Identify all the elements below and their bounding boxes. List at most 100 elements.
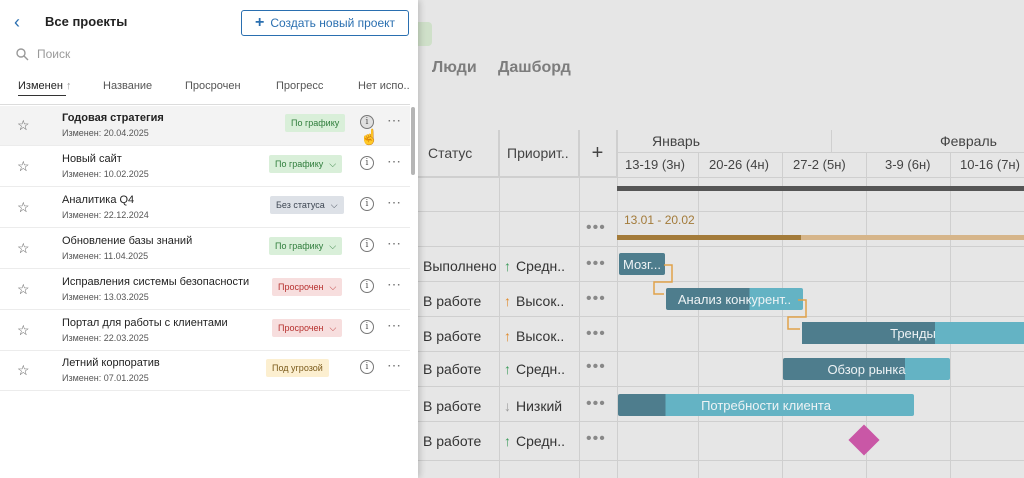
- row-menu-icon[interactable]: •••: [586, 325, 606, 343]
- row-menu-icon[interactable]: •••: [586, 255, 606, 273]
- header-divider: [0, 104, 410, 105]
- project-row[interactable]: ☆ Аналитика Q4 Изменен: 22.12.2024 Без с…: [0, 188, 410, 228]
- back-arrow-icon[interactable]: ‹: [14, 12, 20, 33]
- status-label: По графику: [275, 241, 324, 251]
- tab-people[interactable]: Люди: [432, 59, 477, 77]
- more-icon[interactable]: ⋯: [387, 276, 402, 293]
- column-header-unused[interactable]: Нет испо..: [358, 80, 410, 92]
- row-menu-icon[interactable]: •••: [586, 290, 606, 308]
- create-project-button[interactable]: + Создать новый проект: [241, 10, 409, 36]
- more-icon[interactable]: ⋯: [387, 357, 402, 374]
- chevron-down-icon: ⌵: [329, 281, 337, 292]
- star-icon[interactable]: ☆: [17, 281, 30, 298]
- info-icon[interactable]: i: [360, 197, 374, 211]
- info-icon[interactable]: i: [360, 115, 374, 129]
- more-icon[interactable]: ⋯: [387, 235, 402, 252]
- row-menu-icon[interactable]: •••: [586, 430, 606, 448]
- sort-arrow-icon: ↑: [65, 80, 72, 92]
- status-label: По графику: [275, 159, 324, 169]
- project-row[interactable]: ☆ Летний корпоратив Изменен: 07.01.2025 …: [0, 351, 410, 391]
- arrow-up-icon: ↑: [504, 361, 511, 377]
- range-progress-bar: [617, 235, 801, 240]
- info-icon[interactable]: i: [360, 279, 374, 293]
- arrow-up-icon: ↑: [504, 258, 511, 274]
- row-menu-icon[interactable]: •••: [586, 395, 606, 413]
- priority-label: Средн..: [516, 258, 566, 274]
- more-icon[interactable]: ⋯: [387, 194, 402, 211]
- info-icon[interactable]: i: [360, 360, 374, 374]
- info-icon[interactable]: i: [360, 320, 374, 334]
- arrow-up-icon: ↑: [504, 328, 511, 344]
- row-menu-icon[interactable]: •••: [586, 219, 606, 237]
- status-dropdown[interactable]: По графику ⌵: [269, 237, 343, 255]
- project-changed-date: Изменен: 07.01.2025: [62, 373, 149, 383]
- star-icon[interactable]: ☆: [17, 199, 30, 216]
- row-menu-icon[interactable]: •••: [586, 358, 606, 376]
- task-status: В работе: [423, 293, 482, 309]
- column-header-name[interactable]: Название: [103, 80, 152, 92]
- project-name: Новый сайт: [62, 153, 122, 165]
- project-name: Обновление базы знаний: [62, 235, 193, 247]
- priority-column-header[interactable]: Приорит..: [499, 130, 579, 177]
- arrow-down-icon: ↓: [504, 398, 511, 414]
- project-changed-date: Изменен: 22.12.2024: [62, 210, 149, 220]
- more-icon[interactable]: ⋯: [387, 112, 402, 129]
- week-label: 27-2 (5н): [793, 157, 846, 172]
- task-status: Выполнено: [423, 258, 497, 274]
- project-row[interactable]: ☆ Портал для работы с клиентами Изменен:…: [0, 311, 410, 351]
- more-icon[interactable]: ⋯: [387, 317, 402, 334]
- column-header-progress[interactable]: Прогресс: [276, 80, 323, 92]
- priority-label: Низкий: [516, 398, 563, 414]
- priority-label: Высок..: [516, 328, 565, 344]
- milestone-diamond[interactable]: [848, 424, 880, 456]
- chevron-down-icon: ⌵: [329, 158, 337, 169]
- task-priority: ↑ Средн..: [504, 433, 565, 449]
- status-dropdown[interactable]: По графику ⌵: [269, 155, 343, 173]
- task-status: В работе: [423, 328, 482, 344]
- status-badge[interactable]: По графику: [285, 114, 346, 132]
- create-project-label: Создать новый проект: [270, 16, 396, 30]
- arrow-up-icon: ↑: [504, 433, 511, 449]
- column-header-changed[interactable]: Изменен ↑: [18, 80, 71, 92]
- add-column-button[interactable]: +: [579, 130, 617, 177]
- gantt-bar[interactable]: Обзор рынка: [783, 358, 950, 380]
- project-name: Аналитика Q4: [62, 194, 135, 206]
- column-header-overdue[interactable]: Просрочен: [185, 80, 241, 92]
- status-column-header[interactable]: Статус: [418, 130, 499, 177]
- tab-dashboard[interactable]: Дашборд: [498, 59, 571, 77]
- priority-label: Высок..: [516, 293, 565, 309]
- star-icon[interactable]: ☆: [17, 240, 30, 257]
- week-label: 3-9 (6н): [885, 157, 931, 172]
- star-icon[interactable]: ☆: [17, 322, 30, 339]
- project-summary-bar: [617, 186, 1024, 191]
- project-row[interactable]: ☆ Годовая стратегия Изменен: 20.04.2025 …: [0, 106, 410, 146]
- status-label: Под угрозой: [272, 363, 323, 373]
- status-dropdown[interactable]: Без статуса ⌵: [270, 196, 344, 214]
- project-row[interactable]: ☆ Обновление базы знаний Изменен: 11.04.…: [0, 229, 410, 269]
- status-dropdown[interactable]: Просрочен ⌵: [272, 319, 343, 337]
- status-badge[interactable]: Под угрозой: [266, 359, 329, 377]
- info-icon[interactable]: i: [360, 238, 374, 252]
- info-icon[interactable]: i: [360, 156, 374, 170]
- gantt-bar[interactable]: Анализ конкурент..: [666, 288, 803, 310]
- star-icon[interactable]: ☆: [17, 158, 30, 175]
- star-icon[interactable]: ☆: [17, 362, 30, 379]
- search-input[interactable]: Поиск: [16, 47, 70, 61]
- priority-header-label: Приорит..: [507, 145, 569, 161]
- status-dropdown[interactable]: Просрочен ⌵: [272, 278, 343, 296]
- project-name: Исправления системы безопасности: [62, 276, 250, 288]
- more-icon[interactable]: ⋯: [387, 153, 402, 170]
- task-status: В работе: [423, 361, 482, 377]
- star-icon[interactable]: ☆: [17, 117, 30, 134]
- hand-cursor-icon: ☝: [360, 129, 379, 146]
- priority-label: Средн..: [516, 433, 566, 449]
- project-row[interactable]: ☆ Новый сайт Изменен: 10.02.2025 По граф…: [0, 147, 410, 187]
- project-row[interactable]: ☆ Исправления системы безопасности Измен…: [0, 270, 410, 310]
- week-label: 13-19 (3н): [625, 157, 685, 172]
- chevron-down-icon: ⌵: [329, 240, 337, 251]
- month-january: Январь: [652, 133, 700, 149]
- scrollbar-thumb[interactable]: [411, 107, 415, 175]
- gantt-bar[interactable]: Тренды: [802, 322, 1024, 344]
- gantt-bar[interactable]: Потребности клиента: [618, 394, 914, 416]
- column-label: Изменен: [18, 80, 63, 92]
